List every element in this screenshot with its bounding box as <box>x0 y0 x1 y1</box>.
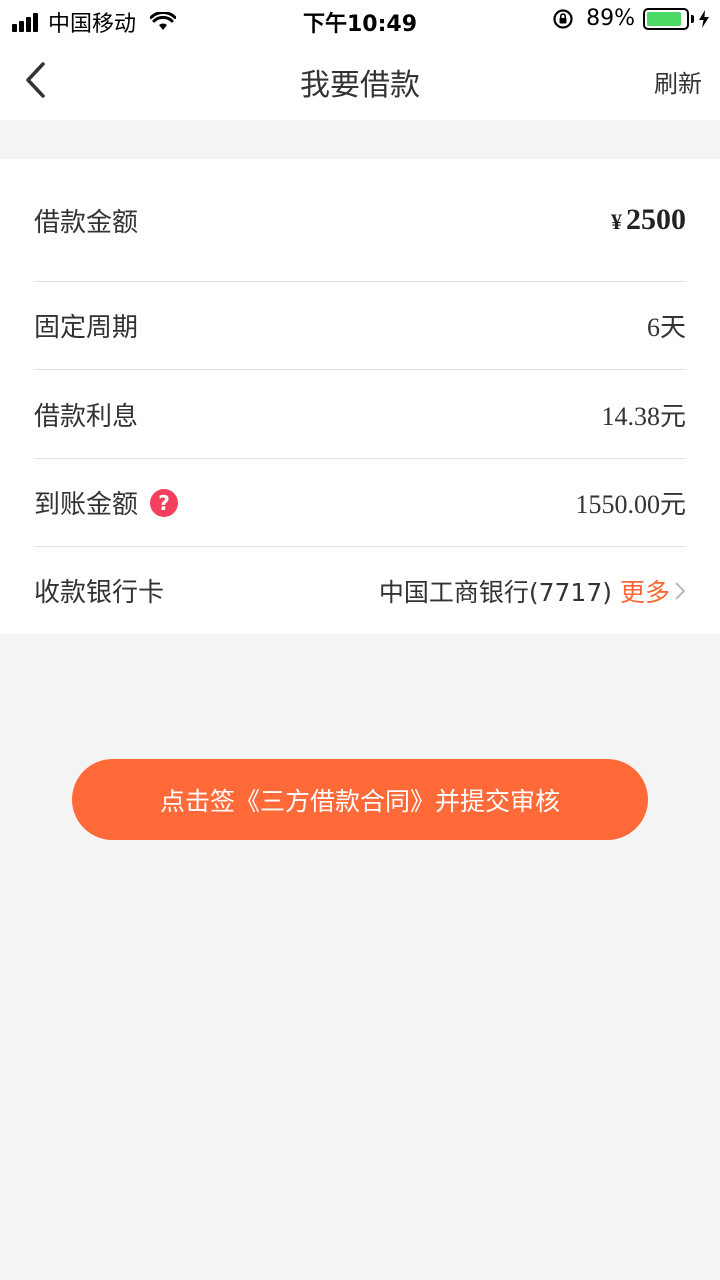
bank-card-value: 中国工商银行(7717) <box>378 577 612 607</box>
received-amount-label: 到账金额 <box>34 490 139 520</box>
more-link[interactable]: 更多 <box>620 573 670 609</box>
interest-row: 借款利息 14.38元 <box>34 370 686 459</box>
refresh-button[interactable]: 刷新 <box>654 64 702 99</box>
loan-amount-value: ¥2500 <box>611 203 686 237</box>
battery-tip <box>691 14 694 23</box>
period-label: 固定周期 <box>34 313 139 343</box>
currency-symbol: ¥ <box>611 209 622 234</box>
interest-label: 借款利息 <box>34 401 139 432</box>
battery-icon <box>643 7 689 30</box>
interest-value: 14.38元 <box>601 401 686 431</box>
loan-amount-label: 借款金额 <box>34 207 139 238</box>
status-bar: 中国移动 下午10:49 89% <box>0 0 720 40</box>
status-right: 89% <box>552 6 710 31</box>
charging-icon <box>699 9 709 28</box>
bank-card-label: 收款银行卡 <box>34 578 165 608</box>
chevron-right-icon <box>675 581 686 600</box>
submit-button[interactable]: 点击签《三方借款合同》并提交审核 <box>72 759 648 840</box>
received-amount-row: 到账金额 ? 1550.00元 <box>34 459 686 547</box>
nav-bar: 我要借款 刷新 <box>0 40 720 120</box>
battery-percent: 89% <box>586 6 635 31</box>
help-icon[interactable]: ? <box>150 488 179 517</box>
bank-card-row[interactable]: 收款银行卡 中国工商银行(7717) 更多 <box>34 547 686 634</box>
loan-amount-number: 2500 <box>626 203 686 236</box>
loan-amount-row: 借款金额 ¥2500 <box>34 159 686 282</box>
page-title: 我要借款 <box>300 68 420 103</box>
bank-card-selector[interactable]: 中国工商银行(7717) 更多 <box>379 573 686 609</box>
loan-details-list: 借款金额 ¥2500 固定周期 6天 借款利息 14.38元 到账金额 ? 15… <box>0 159 720 634</box>
period-value: 6天 <box>646 313 686 342</box>
received-amount-value: 1550.00元 <box>575 490 686 519</box>
rotation-lock-icon <box>553 8 573 29</box>
received-amount-label-wrap: 到账金额 ? <box>34 484 179 521</box>
period-row: 固定周期 6天 <box>34 282 686 370</box>
battery-level <box>647 11 681 26</box>
